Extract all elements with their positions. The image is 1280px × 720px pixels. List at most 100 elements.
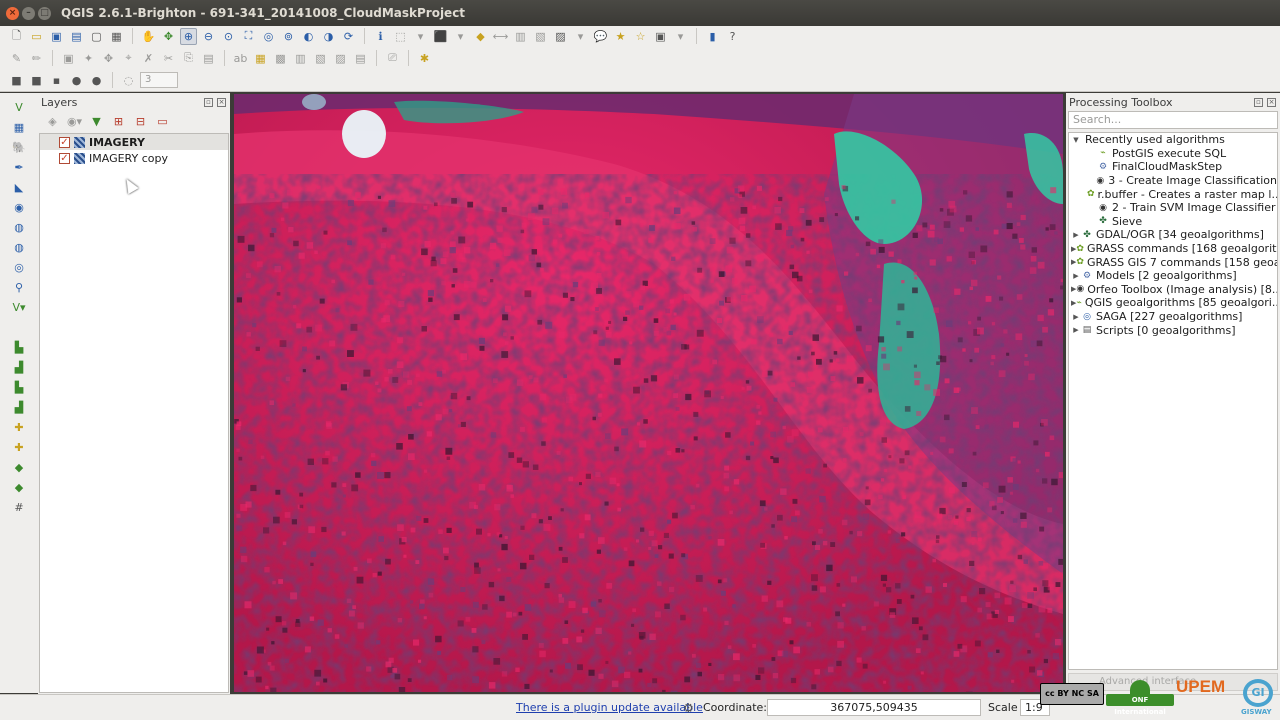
add-postgis-layer-icon[interactable]: 🐘 <box>10 139 28 156</box>
small-square-icon[interactable]: ▪ <box>48 72 65 89</box>
delete-selected-icon[interactable]: ✗ <box>140 50 157 67</box>
tree-item[interactable]: ✤ Sieve <box>1069 215 1277 229</box>
node-tool-icon[interactable]: ⌖ <box>120 50 137 67</box>
messages-icon[interactable]: ⚙ <box>683 701 694 715</box>
raster-tool-icon[interactable]: ✚ <box>10 419 28 436</box>
layer-labeling-icon[interactable]: ▦ <box>252 50 269 67</box>
toggle-editing-icon[interactable]: ✏ <box>28 50 45 67</box>
rectangle-shape-icon[interactable]: ■ <box>8 72 25 89</box>
circle-shape-icon[interactable]: ● <box>68 72 85 89</box>
add-wcs-layer-icon[interactable]: ◍ <box>10 239 28 256</box>
paste-features-icon[interactable]: ▤ <box>200 50 217 67</box>
refresh-icon[interactable]: ⟳ <box>340 28 357 45</box>
zoom-full-icon[interactable]: ⛶ <box>240 28 257 45</box>
whats-this-icon[interactable]: ? <box>724 28 741 45</box>
show-labels-icon[interactable]: ▥ <box>292 50 309 67</box>
minimize-icon[interactable]: – <box>22 6 35 20</box>
save-edits-icon[interactable]: ▣ <box>60 50 77 67</box>
tree-item[interactable]: ▶ ⌁ QGIS geoalgorithms [85 geoalgori... <box>1069 296 1277 310</box>
filter-legend-icon[interactable]: ▼ <box>88 113 105 130</box>
text-annotation-icon[interactable]: ▣ <box>652 28 669 45</box>
tree-item[interactable]: ▶ ✿ GRASS GIS 7 commands [158 geoa... <box>1069 255 1277 269</box>
tree-item[interactable]: ◉ 2 - Train SVM Image Classifier <box>1069 201 1277 215</box>
plugin-update-link[interactable]: There is a plugin update available <box>516 701 703 714</box>
add-wms-layer-icon[interactable]: ◍ <box>10 219 28 236</box>
float-panel-icon[interactable]: ▫ <box>1254 97 1263 107</box>
histogram-icon[interactable]: ▙ <box>10 379 28 396</box>
copy-features-icon[interactable]: ⎘ <box>180 50 197 67</box>
symbol-size-spinbox[interactable]: 3 <box>140 72 178 88</box>
show-bookmarks-icon[interactable]: ☆ <box>632 28 649 45</box>
grid-icon[interactable]: # <box>10 499 28 516</box>
add-spatialite-layer-icon[interactable]: ✒ <box>10 159 28 176</box>
dropdown-arrow-icon[interactable]: ▾ <box>572 28 589 45</box>
zoom-native-icon[interactable]: ⊙ <box>220 28 237 45</box>
change-label-icon[interactable]: ▤ <box>352 50 369 67</box>
select-features-icon[interactable]: ⬚ <box>392 28 409 45</box>
add-raster-layer-icon[interactable]: ▦ <box>10 119 28 136</box>
zoom-out-icon[interactable]: ⊖ <box>200 28 217 45</box>
new-bookmark-icon[interactable]: ★ <box>612 28 629 45</box>
collapsed-arrow-icon[interactable]: ▶ <box>1071 313 1081 321</box>
expanded-arrow-icon[interactable]: ▼ <box>1071 136 1081 144</box>
add-mssql-layer-icon[interactable]: ◣ <box>10 179 28 196</box>
measure-icon[interactable]: ⟷ <box>492 28 509 45</box>
histogram-icon[interactable]: ▙ <box>10 339 28 356</box>
tree-item[interactable]: ▶ ✤ GDAL/OGR [34 geoalgorithms] <box>1069 228 1277 242</box>
deselect-icon[interactable]: ◆ <box>472 28 489 45</box>
collapsed-arrow-icon[interactable]: ▶ <box>1071 231 1081 239</box>
plugin-icon[interactable]: ✱ <box>416 50 433 67</box>
tree-node-recent[interactable]: ▼ Recently used algorithms <box>1069 133 1277 147</box>
maximize-icon[interactable]: □ <box>38 6 51 20</box>
close-icon[interactable]: × <box>6 6 19 20</box>
toolbox-search-input[interactable]: Search... <box>1068 111 1278 129</box>
save-as-icon[interactable]: ▤ <box>68 28 85 45</box>
float-panel-icon[interactable]: ▫ <box>204 97 213 107</box>
tree-item[interactable]: ▶ ◉ Orfeo Toolbox (Image analysis) [8... <box>1069 283 1277 297</box>
map-tips-icon[interactable]: 💬 <box>592 28 609 45</box>
add-wfs-layer-icon[interactable]: ◎ <box>10 259 28 276</box>
tree-item[interactable]: ✿ r.buffer - Creates a raster map l... <box>1069 187 1277 201</box>
python-console-icon[interactable]: ▮ <box>704 28 721 45</box>
new-project-icon[interactable]: 🗋 <box>8 28 25 45</box>
style-manager-icon[interactable]: ◈ <box>44 113 61 130</box>
zoom-next-icon[interactable]: ◑ <box>320 28 337 45</box>
rotate-label-icon[interactable]: ▨ <box>332 50 349 67</box>
osm-icon[interactable]: ⎚ <box>384 50 401 67</box>
raster-tool-icon[interactable]: ✚ <box>10 439 28 456</box>
collapsed-arrow-icon[interactable]: ▶ <box>1071 326 1081 334</box>
layer-visibility-checkbox[interactable]: ✓ <box>59 136 70 148</box>
cut-features-icon[interactable]: ✂ <box>160 50 177 67</box>
move-feature-icon[interactable]: ✥ <box>100 50 117 67</box>
histogram-icon[interactable]: ▟ <box>10 399 28 416</box>
zoom-selection-icon[interactable]: ◎ <box>260 28 277 45</box>
tree-item[interactable]: ▶ ✿ GRASS commands [168 geoalgorit... <box>1069 242 1277 256</box>
add-group-icon[interactable]: ◉▾ <box>66 113 83 130</box>
new-shapefile-icon[interactable]: V▾ <box>10 299 28 316</box>
layer-visibility-checkbox[interactable]: ✓ <box>59 152 70 164</box>
tree-item[interactable]: ◉ 3 - Create Image Classification <box>1069 174 1277 188</box>
collapse-all-icon[interactable]: ⊟ <box>132 113 149 130</box>
expand-all-icon[interactable]: ⊞ <box>110 113 127 130</box>
open-project-icon[interactable]: ▭ <box>28 28 45 45</box>
tree-item[interactable]: ▶ ⚙ Models [2 geoalgorithms] <box>1069 269 1277 283</box>
add-oracle-layer-icon[interactable]: ◉ <box>10 199 28 216</box>
square-shape-icon[interactable]: ■ <box>28 72 45 89</box>
coordinate-field[interactable]: 367075,509435 <box>767 699 981 716</box>
histogram-icon[interactable]: ▟ <box>10 359 28 376</box>
pan-to-selection-icon[interactable]: ✥ <box>160 28 177 45</box>
pin-labels-icon[interactable]: ▩ <box>272 50 289 67</box>
composer-manager-icon[interactable]: ▦ <box>108 28 125 45</box>
new-print-composer-icon[interactable]: ▢ <box>88 28 105 45</box>
tree-item[interactable]: ▶ ◎ SAGA [227 geoalgorithms] <box>1069 310 1277 324</box>
raster-tool-icon[interactable]: ◆ <box>10 479 28 496</box>
zoom-layer-icon[interactable]: ⊚ <box>280 28 297 45</box>
close-panel-icon[interactable]: × <box>217 97 226 107</box>
label-icon[interactable]: ab <box>232 50 249 67</box>
attribute-table-icon[interactable]: ▥ <box>512 28 529 45</box>
remove-layer-icon[interactable]: ▭ <box>154 113 171 130</box>
layer-item-imagery-copy[interactable]: ✓ IMAGERY copy <box>40 150 228 166</box>
dropdown-arrow-icon[interactable]: ▾ <box>452 28 469 45</box>
move-label-icon[interactable]: ▧ <box>312 50 329 67</box>
statistics-icon[interactable]: ▨ <box>552 28 569 45</box>
